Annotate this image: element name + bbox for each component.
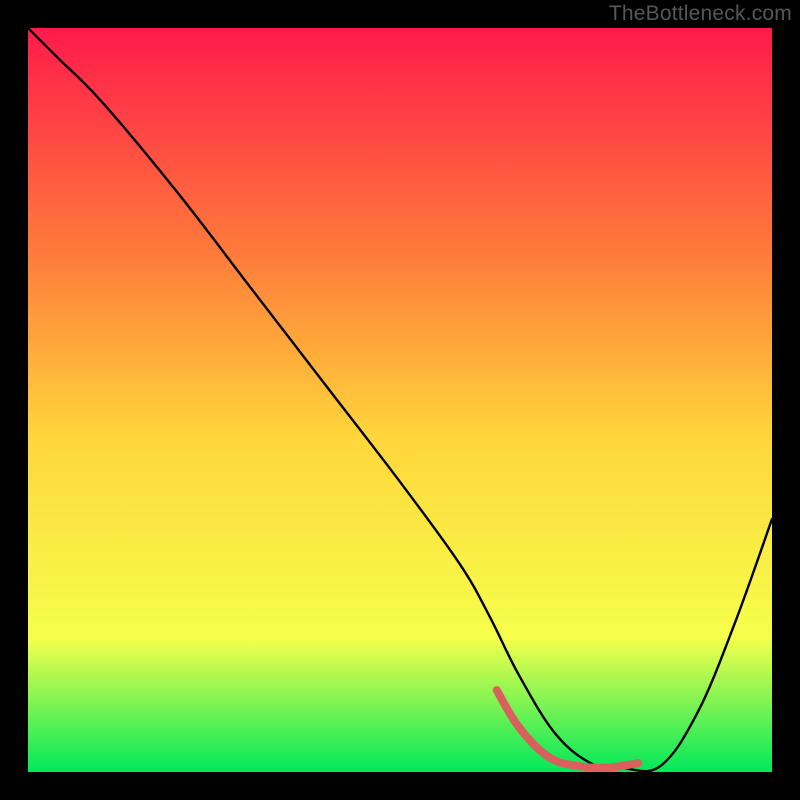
watermark-text: TheBottleneck.com (609, 2, 792, 26)
chart-plot-area (28, 28, 772, 772)
chart-svg (28, 28, 772, 772)
gradient-background (28, 28, 772, 772)
